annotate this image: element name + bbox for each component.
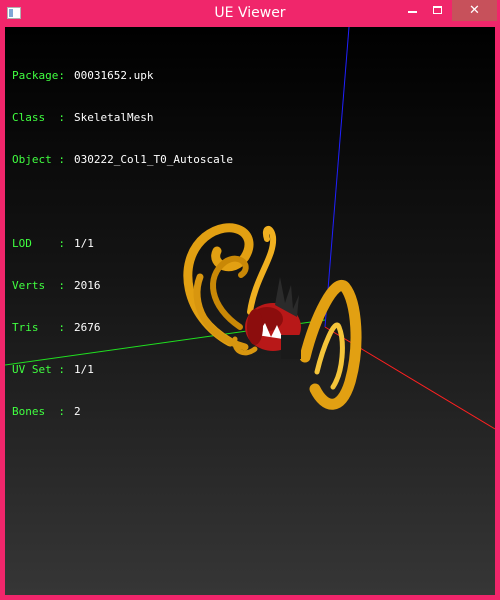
mesh-swirl-right-outer [299,279,362,410]
info-value: 2676 [74,321,101,334]
close-icon: ✕ [469,3,480,18]
info-row-class: Class : SkeletalMesh [12,111,233,125]
info-value: 1/1 [74,237,94,250]
info-label: Bones : [12,405,65,418]
info-row-package: Package: 00031652.upk [12,69,233,83]
minimize-icon [408,11,417,13]
info-label: Verts : [12,279,65,292]
3d-viewport[interactable]: Package: 00031652.upk Class : SkeletalMesh… [5,27,495,595]
mesh-head-jaw [281,335,301,359]
info-value: 00031652.upk [74,69,154,82]
mesh-info-panel: Package: 00031652.upk Class : SkeletalMesh… [12,41,233,447]
info-value: 1/1 [74,363,94,376]
info-value: 030222_Col1_T0_Autoscale [74,153,233,166]
info-label: Tris : [12,321,65,334]
info-label: LOD : [12,237,65,250]
info-row-lod: LOD : 1/1 [12,237,233,251]
mesh-swirl-top [247,226,277,315]
info-value: 2016 [74,279,101,292]
info-label: Object : [12,153,65,166]
close-button[interactable]: ✕ [452,0,497,21]
info-row-uvset: UV Set : 1/1 [12,363,233,377]
maximize-button[interactable] [425,0,450,21]
app-window: UE Viewer ✕ Package: 00031652.upk Class … [0,0,500,600]
info-row-bones: Bones : 2 [12,405,233,419]
app-window-icon[interactable] [7,7,21,19]
info-row-object: Object : 030222_Col1_T0_Autoscale [12,153,233,167]
mesh-swirl-right-inner [314,322,345,390]
minimize-button[interactable] [400,0,425,21]
info-row-tris: Tris : 2676 [12,321,233,335]
info-value: 2 [74,405,81,418]
info-label: Class : [12,111,65,124]
info-label: UV Set : [12,363,65,376]
info-label: Package: [12,69,65,82]
info-value: SkeletalMesh [74,111,154,124]
title-bar[interactable]: UE Viewer ✕ [0,0,500,27]
info-row-verts: Verts : 2016 [12,279,233,293]
maximize-icon [433,6,442,14]
mesh-head-crest [247,309,263,345]
